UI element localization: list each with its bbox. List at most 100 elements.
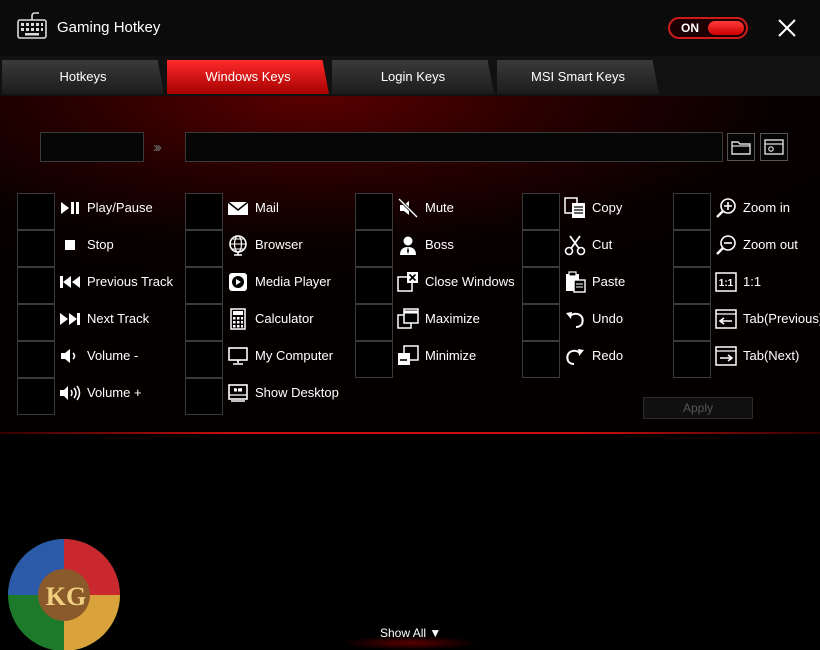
label-mute: Mute [425,200,454,215]
label-cut: Cut [592,237,613,252]
label-undo: Undo [592,311,624,326]
label-my-computer: My Computer [255,348,334,363]
key-slot-calculator[interactable] [185,304,223,341]
folder-icon [731,141,751,155]
apply-button[interactable]: Apply [643,397,753,419]
key-input[interactable] [40,132,144,162]
key-slot-tab-previous[interactable] [673,304,711,341]
label-redo: Redo [592,348,624,363]
key-slot-play-pause[interactable] [17,193,55,230]
label-tab-next: Tab(Next) [743,348,800,363]
kg-watermark-logo: KG [8,539,120,650]
play-pause-icon [61,202,79,214]
copy-icon [564,197,585,218]
label-mail: Mail [255,200,279,215]
paste-icon [566,271,586,293]
key-slot-media-player[interactable] [185,267,223,304]
label-actual-size: 1:1 [743,274,762,289]
key-slot-zoom-out[interactable] [673,230,711,267]
desktop-icon [228,384,248,402]
key-slot-cut[interactable] [522,230,560,267]
mail-icon [227,201,249,215]
tab-previous-icon [715,309,737,329]
key-slot-redo[interactable] [522,341,560,378]
tab-msi-smart-keys[interactable]: MSI Smart Keys [497,60,659,94]
tab-next-icon [715,346,737,366]
key-slot-mail[interactable] [185,193,223,230]
zoom-in-icon [716,198,736,218]
tab-bar: Hotkeys Windows Keys Login Keys MSI Smar… [0,56,820,96]
minimize-icon [398,345,419,365]
toggle-label: ON [681,21,699,35]
label-copy: Copy [592,200,623,215]
label-zoom-out: Zoom out [743,237,798,252]
label-minimize: Minimize [425,348,477,363]
label-volume-up: Volume + [87,385,142,400]
label-maximize: Maximize [425,311,480,326]
key-slot-previous-track[interactable] [17,267,55,304]
key-slot-next-track[interactable] [17,304,55,341]
key-slot-stop[interactable] [17,230,55,267]
window-settings-icon [764,139,784,155]
key-slot-zoom-in[interactable] [673,193,711,230]
boss-icon [400,236,416,255]
media-player-icon [229,273,247,291]
key-slot-mute[interactable] [355,193,393,230]
label-boss: Boss [425,237,454,252]
label-next-track: Next Track [87,311,150,326]
mute-icon [397,197,419,219]
volume-up-icon [60,385,81,401]
key-slot-show-desktop[interactable] [185,378,223,415]
key-slot-undo[interactable] [522,304,560,341]
label-tab-previous: Tab(Previous) [743,311,820,326]
key-slot-tab-next[interactable] [673,341,711,378]
label-stop: Stop [87,237,114,252]
watermark-text: KG [46,582,86,611]
key-slot-my-computer[interactable] [185,341,223,378]
close-window-icon [397,272,418,292]
close-icon[interactable] [776,17,798,39]
key-slot-volume-up[interactable] [17,378,55,415]
key-slot-maximize[interactable] [355,304,393,341]
tab-hotkeys[interactable]: Hotkeys [2,60,164,94]
key-slot-actual-size[interactable] [673,267,711,304]
svg-text:1:1: 1:1 [719,278,734,289]
show-all-button[interactable]: Show All ▼ [380,626,441,640]
label-play-pause: Play/Pause [87,200,153,215]
key-slot-paste[interactable] [522,267,560,304]
path-input[interactable] [185,132,723,162]
keyboard-icon [17,12,47,39]
key-slot-close-windows[interactable] [355,267,393,304]
app-title: Gaming Hotkey [57,19,161,36]
label-calculator: Calculator [255,311,314,326]
stop-icon [65,240,75,250]
redo-icon [566,349,584,365]
toggle-knob [708,21,744,35]
panel-divider [0,432,820,434]
globe-icon [229,235,247,256]
key-slot-volume-down[interactable] [17,341,55,378]
actual-size-icon: 1:1 [715,272,737,292]
key-slot-boss[interactable] [355,230,393,267]
maximize-icon [397,308,419,329]
key-slot-minimize[interactable] [355,341,393,378]
computer-icon [228,347,248,365]
label-close-windows: Close Windows [425,274,515,289]
tab-login-keys[interactable]: Login Keys [332,60,494,94]
calculator-icon [230,308,246,330]
label-volume-down: Volume - [87,348,139,363]
title-bar: Gaming Hotkey ON [0,0,820,56]
next-track-icon [60,313,80,325]
label-browser: Browser [255,237,303,252]
arrows-icon: ››› [153,139,162,156]
label-paste: Paste [592,274,626,289]
zoom-out-icon [716,235,736,255]
browse-folder-button[interactable] [727,133,755,161]
label-zoom-in: Zoom in [743,200,790,215]
scissors-icon [564,235,586,256]
power-toggle[interactable]: ON [668,17,748,39]
key-slot-copy[interactable] [522,193,560,230]
app-window-button[interactable] [760,133,788,161]
tab-windows-keys[interactable]: Windows Keys [167,60,329,94]
key-slot-browser[interactable] [185,230,223,267]
